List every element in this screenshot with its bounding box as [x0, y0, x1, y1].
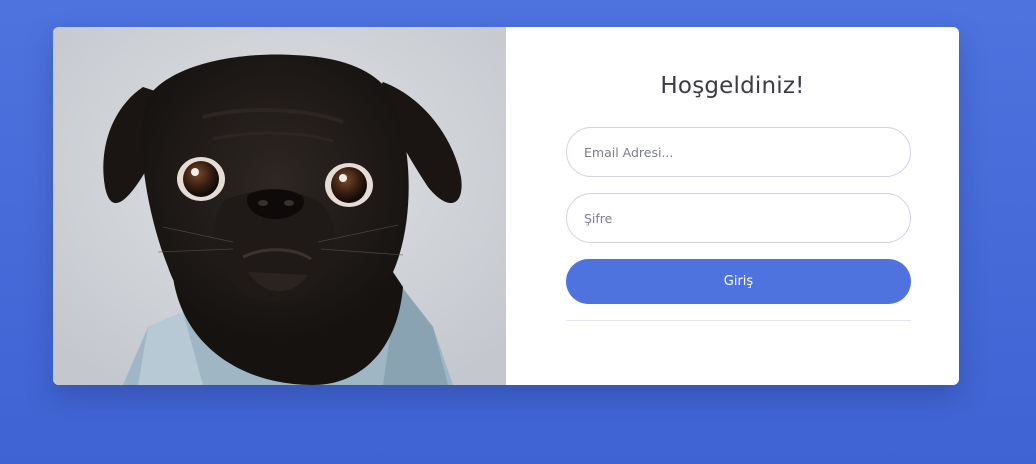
- password-field[interactable]: [566, 193, 911, 243]
- password-input[interactable]: [567, 194, 910, 242]
- email-field[interactable]: [566, 127, 911, 177]
- page-title: Hoşgeldiniz!: [660, 73, 805, 99]
- login-button[interactable]: Giriş: [566, 259, 911, 304]
- pug-dog-photo: [53, 27, 506, 385]
- login-card: Hoşgeldiniz! Giriş: [53, 27, 959, 385]
- login-form-pane: Hoşgeldiniz! Giriş: [506, 27, 959, 385]
- divider: [566, 320, 911, 321]
- email-input[interactable]: [567, 128, 910, 176]
